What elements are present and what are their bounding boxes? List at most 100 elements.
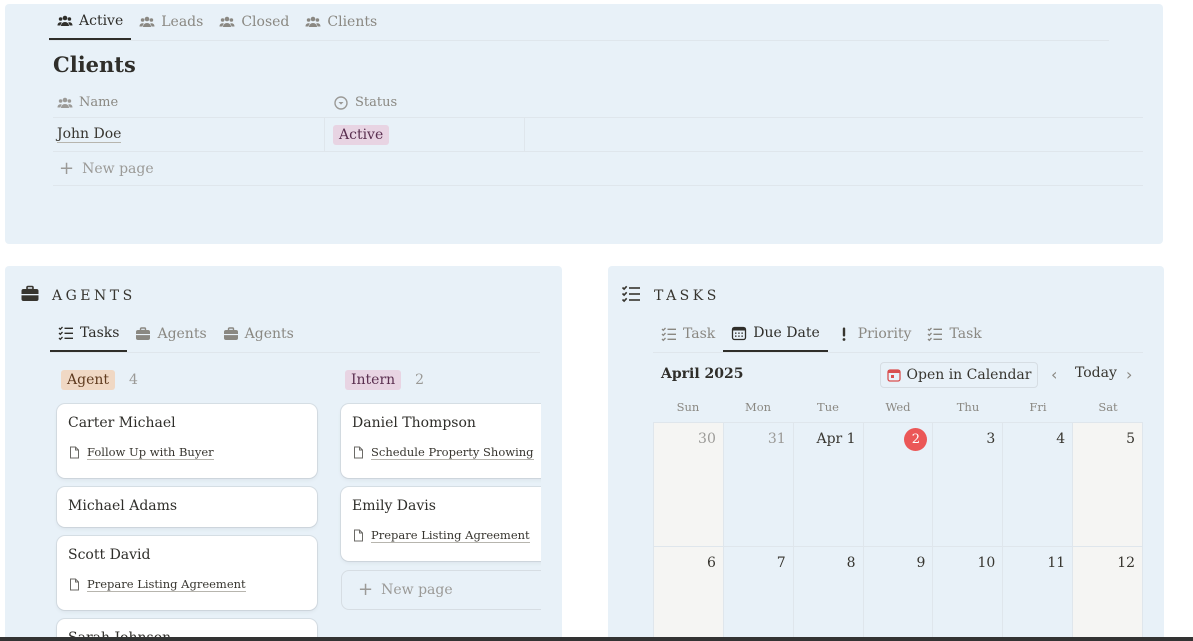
tab-label: Active [79, 13, 124, 29]
status-badge: Active [333, 124, 390, 145]
linked-page-title: Prepare Listing Agreement [87, 577, 246, 592]
clients-view-tabs: Active Leads Closed Clients [49, 4, 1109, 41]
day-number: 12 [1117, 555, 1136, 571]
weekday-label: Mon [744, 400, 772, 414]
briefcase-icon [223, 327, 238, 340]
calendar-day[interactable]: 8 [794, 547, 864, 641]
linked-page-title: Schedule Property Showing [371, 445, 534, 460]
group-header-agent[interactable]: Agent 4 [61, 370, 138, 390]
weekday-label: Wed [885, 400, 911, 414]
board-card[interactable]: Michael Adams [57, 487, 317, 527]
calendar-day[interactable]: 30 [654, 423, 724, 547]
today-button[interactable]: Today [1075, 365, 1117, 381]
tab-task-2[interactable]: Task [919, 316, 989, 352]
group-count: 4 [129, 372, 138, 388]
tab-closed[interactable]: Closed [211, 4, 297, 40]
group-badge: Agent [61, 370, 115, 390]
plus-icon: + [59, 157, 75, 179]
checklist-icon [621, 285, 640, 303]
section-title: AGENTS [52, 288, 136, 304]
open-in-calendar-button[interactable]: Open in Calendar [880, 362, 1038, 388]
new-page-card[interactable]: + New page [341, 570, 541, 610]
day-number: 7 [776, 555, 786, 571]
calendar-day-today[interactable]: 2 [863, 423, 934, 547]
cell-status[interactable]: Active [325, 118, 525, 151]
card-link[interactable]: Prepare Listing Agreement [352, 528, 541, 543]
chevron-right-icon[interactable]: › [1126, 365, 1132, 384]
briefcase-icon [21, 285, 39, 301]
card-link[interactable]: Prepare Listing Agreement [68, 577, 306, 592]
column-header-name[interactable]: Name [53, 88, 329, 117]
tab-priority[interactable]: Priority [828, 316, 920, 352]
tasks-view-tabs: Task Due Date Priority Task [653, 316, 1143, 353]
column-label: Status [355, 95, 398, 110]
people-icon [219, 16, 235, 27]
calendar-month-label: April 2025 [661, 366, 744, 382]
tab-leads[interactable]: Leads [131, 4, 211, 40]
day-number: 10 [977, 555, 996, 571]
linked-page-title: Prepare Listing Agreement [371, 528, 530, 543]
calendar-day[interactable]: 5 [1073, 423, 1144, 547]
calendar-day[interactable]: 3 [933, 423, 1004, 547]
tab-agents-2[interactable]: Agents [215, 316, 302, 352]
tab-label: Agents [157, 326, 207, 342]
status-circle-icon [334, 95, 348, 110]
day-number: 4 [1056, 431, 1066, 447]
new-page-row[interactable]: + New page [53, 152, 1143, 186]
card-title: Carter Michael [68, 415, 176, 431]
board-card[interactable]: Scott David Prepare Listing Agreement [57, 536, 317, 610]
database-title[interactable]: Clients [53, 52, 136, 77]
day-number: 30 [698, 431, 716, 447]
calendar-day[interactable]: 4 [1003, 423, 1074, 547]
tab-agents[interactable]: Agents [127, 316, 214, 352]
calendar-day[interactable]: 12 [1073, 547, 1144, 641]
weekday-label: Sun [676, 400, 700, 414]
card-link[interactable]: Schedule Property Showing [352, 445, 541, 460]
calendar-day[interactable]: 31 [723, 423, 794, 547]
weekday-label: Sat [1098, 400, 1118, 414]
day-number: Apr 1 [816, 431, 856, 447]
people-icon [57, 97, 73, 108]
open-in-calendar-label: Open in Calendar [906, 367, 1032, 383]
calendar-week: 30 31 Apr 1 2 3 4 5 [654, 423, 1144, 547]
day-number: 5 [1126, 431, 1136, 447]
board-card[interactable]: Carter Michael Follow Up with Buyer [57, 404, 317, 478]
card-title: Michael Adams [68, 498, 178, 514]
new-page-label: New page [381, 582, 453, 598]
calendar-day[interactable]: 10 [933, 547, 1004, 641]
briefcase-icon [136, 327, 151, 340]
agents-panel: AGENTS Tasks Agents Agents Agent 4 Carte… [5, 266, 562, 641]
card-title: Scott David [68, 547, 151, 563]
tab-clients[interactable]: Clients [297, 4, 385, 40]
column-header-status[interactable]: Status [329, 88, 529, 117]
calendar-day[interactable]: 6 [654, 547, 724, 641]
calendar-day[interactable]: 7 [724, 547, 794, 641]
page-icon [70, 446, 79, 459]
weekday-label: Thu [956, 400, 980, 414]
day-number: 6 [706, 555, 716, 571]
calendar-day[interactable]: Apr 1 [793, 423, 864, 547]
page-icon [70, 578, 79, 591]
calendar-day[interactable]: 9 [864, 547, 934, 641]
board-card[interactable]: Emily Davis Prepare Listing Agreement [341, 487, 541, 561]
plus-icon: + [358, 579, 374, 600]
tab-tasks[interactable]: Tasks [50, 316, 128, 352]
tab-label: Agents [244, 326, 294, 342]
tab-active[interactable]: Active [49, 4, 132, 40]
table-row[interactable]: John Doe Active [53, 118, 1143, 152]
tab-task[interactable]: Task [653, 316, 723, 352]
tab-label: Closed [241, 14, 290, 30]
column-label: Name [79, 95, 119, 110]
client-name[interactable]: John Doe [57, 126, 122, 143]
board-card[interactable]: Daniel Thompson Schedule Property Showin… [341, 404, 541, 478]
card-link[interactable]: Follow Up with Buyer [68, 445, 306, 460]
chevron-left-icon[interactable]: ‹ [1051, 365, 1057, 384]
calendar-grid: 30 31 Apr 1 2 3 4 5 6 7 8 9 10 11 12 [653, 422, 1144, 641]
calendar-app-icon [886, 369, 901, 382]
page-icon [354, 529, 363, 542]
calendar-day[interactable]: 11 [1003, 547, 1074, 641]
tab-due-date[interactable]: Due Date [723, 316, 828, 352]
cell-name[interactable]: John Doe [53, 118, 325, 151]
clients-panel: Active Leads Closed Clients Clients Name… [5, 4, 1163, 244]
tab-label: Tasks [80, 325, 120, 341]
